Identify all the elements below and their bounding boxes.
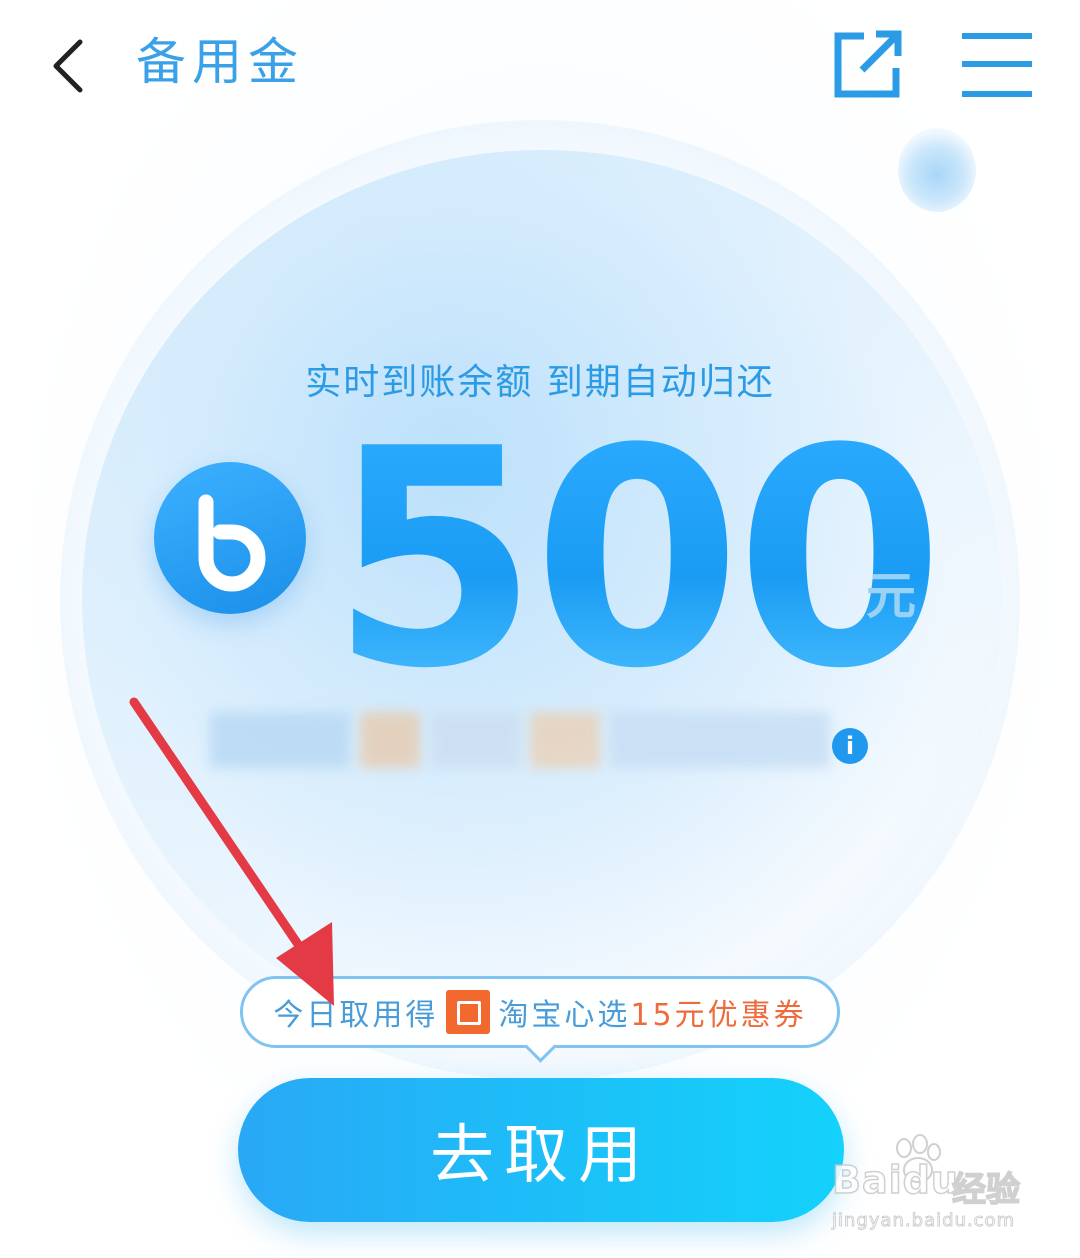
watermark-brand: Baidu [831, 1157, 959, 1203]
taobao-xinxuan-icon [446, 990, 491, 1034]
promo-coupon: 15元优惠券 [630, 998, 807, 1033]
watermark-product: 经验 [951, 1169, 1021, 1211]
page-title: 备用金 [136, 33, 304, 91]
blue-b-logo-icon [154, 462, 306, 614]
page: 备用金 实时到账余额 到期自动归还 500 元 i 今日取用得 淘宝心选 15元… [0, 0, 1080, 1258]
watermark-url: jingyan.baidu.com [832, 1210, 1016, 1232]
top-bar: 备用金 [0, 0, 1080, 130]
small-bubble [898, 128, 976, 212]
share-button[interactable] [830, 28, 904, 102]
red-annotation-arrow [129, 697, 334, 1006]
back-button[interactable] [38, 34, 98, 98]
chevron-left-icon [53, 39, 83, 93]
menu-button[interactable] [960, 30, 1034, 100]
info-icon[interactable]: i [832, 728, 868, 764]
baidu-jingyan-watermark: Baidu 经验 jingyan.baidu.com [826, 1134, 1066, 1240]
available-amount: 500 [330, 385, 944, 734]
currency-unit: 元 [866, 567, 916, 625]
withdraw-button[interactable]: 去取用 [238, 1078, 844, 1222]
external-share-icon [834, 30, 902, 98]
hamburger-menu-icon [962, 33, 1032, 97]
promo-brand: 淘宝心选 [498, 998, 631, 1033]
